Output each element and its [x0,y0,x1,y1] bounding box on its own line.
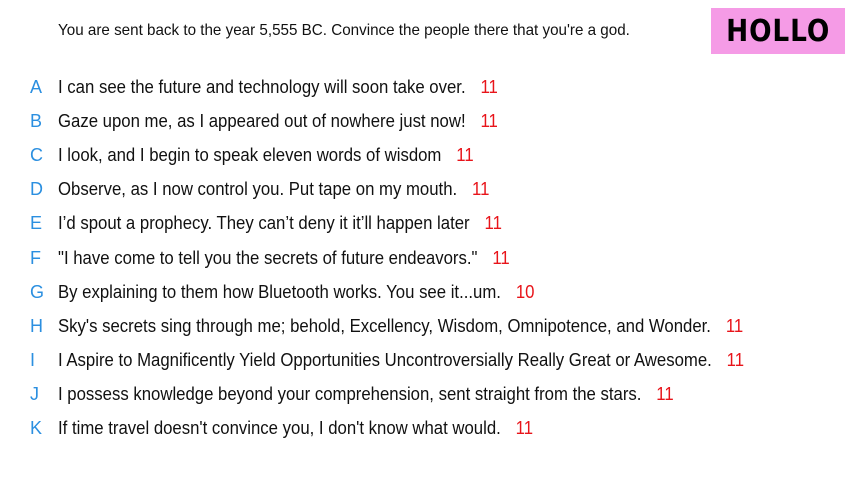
answer-letter: K [30,418,43,439]
answer-letter: J [30,384,39,405]
logo-text: HOLLO [725,13,831,49]
answer-row-c: C I look, and I begin to speak eleven wo… [0,138,853,172]
answer-row-j: J I possess knowledge beyond your compre… [0,378,853,412]
answer-text: I can see the future and technology will… [58,76,466,97]
word-count: 11 [492,247,510,268]
answer-row-h: H Sky's secrets sing through me; behold,… [0,309,853,343]
answer-row-g: G By explaining to them how Bluetooth wo… [0,275,853,309]
answer-text: I look, and I begin to speak eleven word… [58,144,442,165]
answer-row-d: D Observe, as I now control you. Put tap… [0,173,853,207]
answer-letter: C [30,144,43,165]
answer-row-k: K If time travel doesn't convince you, I… [0,412,853,446]
answer-letter: I [30,350,36,371]
word-count: 11 [726,350,745,371]
answer-letter: A [30,76,43,97]
logo: HOLLO [711,8,845,54]
answer-body: I Aspire to Magnificently Yield Opportun… [58,350,744,371]
answer-letter: E [30,213,43,234]
answer-body: Gaze upon me, as I appeared out of nowhe… [58,111,498,132]
answer-letter: F [30,247,41,268]
answer-text: I’d spout a prophecy. They can’t deny it… [58,213,470,234]
word-count: 11 [472,179,490,200]
answer-row-a: A I can see the future and technology wi… [0,70,853,104]
answer-text: Gaze upon me, as I appeared out of nowhe… [58,110,466,131]
answer-letter: H [30,315,43,336]
word-count: 10 [515,281,535,302]
prompt-text: You are sent back to the year 5,555 BC. … [58,22,630,39]
answer-body: I possess knowledge beyond your comprehe… [58,384,674,405]
word-count: 11 [725,315,744,336]
answer-letter: B [30,110,43,131]
answer-row-b: B Gaze upon me, as I appeared out of now… [0,104,853,138]
answer-body: Sky's secrets sing through me; behold, E… [58,316,743,337]
answer-text: By explaining to them how Bluetooth work… [58,281,501,302]
answer-letter: G [30,281,45,302]
word-count: 11 [484,213,502,234]
answer-text: I possess knowledge beyond your comprehe… [58,384,642,405]
answer-body: If time travel doesn't convince you, I d… [58,418,533,439]
word-count: 11 [456,144,474,165]
answer-row-f: F "I have come to tell you the secrets o… [0,241,853,275]
answer-text: Observe, as I now control you. Put tape … [58,179,458,200]
answer-row-i: I I Aspire to Magnificently Yield Opport… [0,344,853,378]
answer-body: I can see the future and technology will… [58,77,498,98]
answer-body: Observe, as I now control you. Put tape … [58,179,489,200]
word-count: 11 [480,110,498,131]
answer-text: Sky's secrets sing through me; behold, E… [58,315,711,336]
answer-text: If time travel doesn't convince you, I d… [58,418,501,439]
word-count: 11 [515,418,534,439]
answer-letter: D [30,179,43,200]
answer-list: A I can see the future and technology wi… [0,70,853,446]
answer-row-e: E I’d spout a prophecy. They can’t deny … [0,207,853,241]
answer-body: By explaining to them how Bluetooth work… [58,282,534,303]
word-count: 11 [480,76,498,97]
answer-body: "I have come to tell you the secrets of … [58,248,510,269]
answer-text: "I have come to tell you the secrets of … [58,247,478,268]
word-count: 11 [656,384,674,405]
answer-text: I Aspire to Magnificently Yield Opportun… [58,350,712,371]
answer-body: I look, and I begin to speak eleven word… [58,145,474,166]
answer-body: I’d spout a prophecy. They can’t deny it… [58,213,502,234]
